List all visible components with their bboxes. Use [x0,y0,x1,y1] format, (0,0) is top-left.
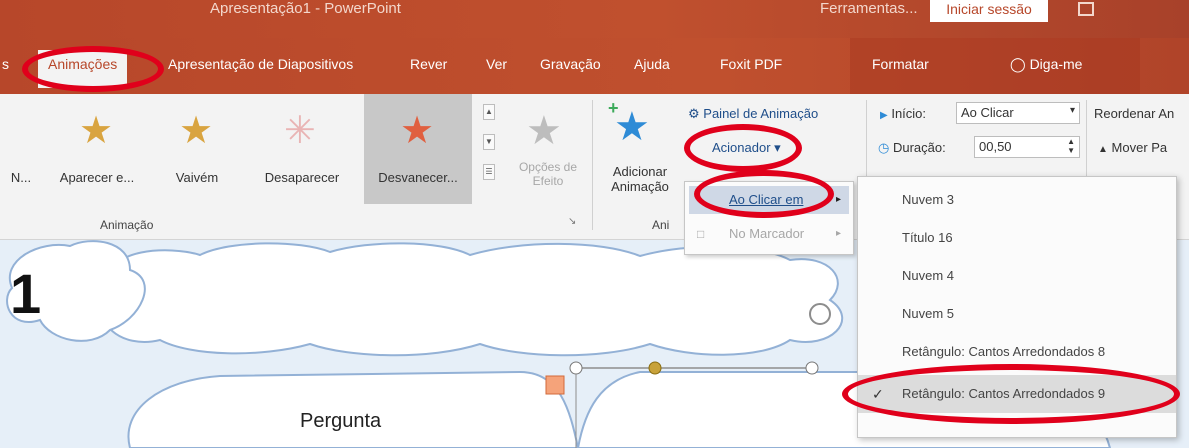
animation-label: Desaparecer [264,170,340,185]
ribbon-display-icon[interactable] [1078,2,1094,16]
effect-options-button[interactable]: ★ Opções de Efeito [500,94,590,204]
stepper-arrows-icon[interactable]: ▲ ▼ [1067,137,1075,155]
submenu-item[interactable]: Nuvem 4 [858,257,1176,295]
add-animation-label: Adicionar Animação [611,164,669,194]
tab-rever[interactable]: Rever [410,56,447,72]
arrow-up-icon: ▲ [1098,144,1108,155]
move-earlier-label: Mover Pa [1111,140,1168,155]
submenu-item-checked[interactable]: ✓ Retângulo: Cantos Arredondados 9 [858,375,1176,413]
duration-stepper[interactable]: 00,50 ▲ ▼ [974,136,1080,158]
submenu-item[interactable]: Retângulo: Cantos Arredondados 8 [858,333,1176,371]
animation-pane-icon: ⚙ [688,106,700,121]
slide-number: 1 [10,262,42,325]
star-effect-icon: ✳ [284,110,316,152]
play-icon: ▶ [880,110,888,121]
dialog-launcher-icon[interactable]: ↘ [568,216,576,227]
add-animation-star-icon: ★ [614,105,650,149]
trigger-button[interactable]: Acionador ▾ [712,140,781,156]
animation-pane-button[interactable]: ⚙ Painel de Animação [688,106,818,122]
clock-icon: ◷ [878,140,890,155]
duration-value: 00,50 [979,139,1012,154]
animation-label: Desvanecer... [378,170,458,185]
submenu-item-label: Nuvem 3 [902,192,955,207]
sign-in-button[interactable]: Iniciar sessão [930,0,1048,22]
resize-handle [569,361,583,375]
move-earlier-button[interactable]: ▲ Mover Pa [1098,140,1167,155]
submenu-item-label: Título 16 [902,230,953,245]
tab-partial[interactable]: s [2,56,9,72]
checkmark-icon: ✓ [872,386,884,402]
title-bar: Apresentação1 - PowerPoint Ferramentas..… [0,0,1189,38]
animation-label: Aparecer e... [59,170,135,185]
menu-item-ao-clicar-em[interactable]: Ao Clicar em ▸ [689,186,849,214]
star-effect-icon: ★ [179,110,214,152]
reorder-label: Reordenar An [1094,106,1175,121]
submenu-item-label: Retângulo: Cantos Arredondados 8 [902,344,1106,359]
tab-foxit-pdf[interactable]: Foxit PDF [720,56,782,72]
duration-label: ◷ Duração: [878,140,946,156]
star-effect-icon: ★ [526,109,562,153]
animation-pane-label: Painel de Animação [703,106,819,121]
tab-ver[interactable]: Ver [486,56,507,72]
duration-label-text: Duração: [892,140,946,155]
tell-me-search[interactable]: ◯ Diga-me [1010,56,1082,73]
trigger-object-submenu: Nuvem 3 Título 16 Nuvem 4 Nuvem 5 Retâng… [857,176,1177,438]
group-separator [592,100,593,230]
ribbon-tabs: s Animações Apresentação de Diapositivos… [0,38,1189,94]
submenu-item-label: Retângulo: Cantos Arredondados 9 [902,386,1106,401]
chevron-down-icon: ▾ [774,140,781,155]
gallery-scroll-up[interactable]: ▲ [483,104,495,120]
menu-item-no-marcador[interactable]: □ No Marcador ▸ [689,220,849,248]
start-select[interactable]: Ao Clicar ▾ [956,102,1080,124]
contextual-tools-label: Ferramentas... [820,0,918,17]
start-label-text: Início: [891,106,927,121]
bookmark-icon: □ [697,227,705,241]
plus-icon: + [608,98,619,118]
adjust-handle [648,361,662,375]
chevron-right-icon: ▸ [835,228,841,239]
submenu-item-label: Nuvem 5 [902,306,955,321]
tab-apresentacao[interactable]: Apresentação de Diapositivos [168,56,353,72]
trigger-label: Acionador [712,140,771,155]
star-effect-icon: ★ [79,110,114,152]
lightbulb-icon: ◯ [1010,56,1026,72]
gallery-scroll-down[interactable]: ▼ [483,134,495,150]
effect-options-label: Opções de Efeito [518,160,578,188]
chevron-right-icon: ▸ [835,194,841,205]
menu-item-label: No Marcador [729,226,805,241]
animation-label: Vaivém [175,170,219,185]
tab-ajuda[interactable]: Ajuda [634,56,670,72]
start-label: ▶ Início: [880,106,926,121]
resize-handle [805,361,819,375]
submenu-item[interactable]: Título 16 [858,219,1176,257]
question-text[interactable]: Pergunta [300,410,381,433]
animation-gallery-item-aparecer[interactable]: ★ Aparecer e... [42,94,152,204]
menu-item-label: Ao Clicar em [729,192,804,207]
animation-gallery-item-partial[interactable]: N... [0,94,42,204]
tab-animacoes[interactable]: Animações [38,50,128,88]
star-effect-icon: ★ [400,110,435,152]
group-label-advanced-partial: Ani [652,218,670,232]
submenu-item-label: Nuvem 4 [902,268,955,283]
animation-gallery-item-desvanecer[interactable]: ★ Desvanecer... [364,94,472,204]
animation-gallery-item-vaivem[interactable]: ★ Vaivém [152,94,242,204]
animation-label: N... [10,170,32,185]
cloud-shape-top [98,242,844,357]
animation-gallery-item-desaparecer[interactable]: ✳ Desaparecer [242,94,362,204]
gallery-more[interactable]: ☰ [483,164,495,180]
tell-me-label: Diga-me [1029,56,1083,72]
trigger-menu: Ao Clicar em ▸ □ No Marcador ▸ [684,181,854,255]
tab-gravacao[interactable]: Gravação [540,56,601,72]
chevron-down-icon: ▾ [1069,105,1075,116]
submenu-item[interactable]: Nuvem 3 [858,181,1176,219]
animation-tag-icon [545,375,565,395]
add-animation-button[interactable]: ★ + Adicionar Animação [596,94,680,212]
group-label-animacao: Animação [100,218,154,232]
start-select-value: Ao Clicar [961,105,1014,120]
submenu-item[interactable]: Nuvem 5 [858,295,1176,333]
tab-formatar[interactable]: Formatar [872,56,929,72]
document-title: Apresentação1 - PowerPoint [210,0,401,17]
